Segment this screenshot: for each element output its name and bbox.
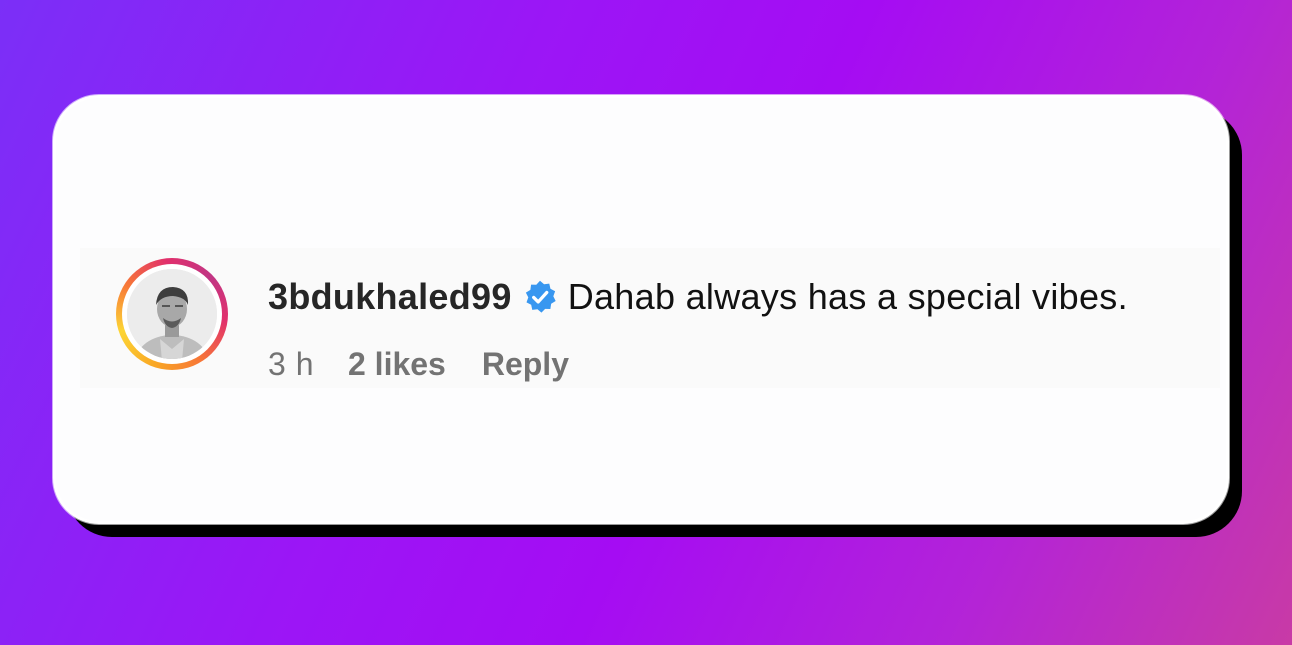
story-ring[interactable] xyxy=(116,258,228,370)
comment-body: Dahab always has a special vibes. xyxy=(567,276,1128,317)
likes-count-link[interactable]: 2 likes xyxy=(348,346,446,383)
avatar[interactable] xyxy=(127,269,217,359)
comment-meta: 3 h 2 likes Reply xyxy=(268,346,569,383)
comment-row: 3bdukhaled99 Dahab always has a special … xyxy=(80,248,1220,388)
comment-text-line: 3bdukhaled99 Dahab always has a special … xyxy=(268,276,1128,318)
avatar-gap xyxy=(122,264,222,364)
comment-timestamp[interactable]: 3 h xyxy=(268,346,314,383)
verified-badge-icon xyxy=(522,279,558,315)
comment-card: 3bdukhaled99 Dahab always has a special … xyxy=(53,95,1229,524)
username-link[interactable]: 3bdukhaled99 xyxy=(268,276,512,318)
user-avatar-icon xyxy=(127,269,217,359)
reply-button[interactable]: Reply xyxy=(482,346,569,383)
